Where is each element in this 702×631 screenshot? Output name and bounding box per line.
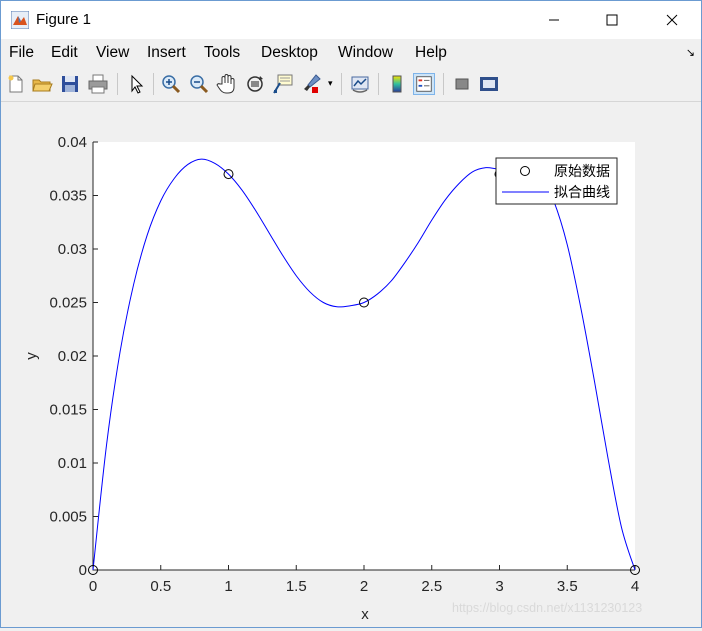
x-tick-label: 0.5: [150, 578, 171, 595]
y-tick-label: 0.025: [49, 295, 87, 312]
close-button[interactable]: [649, 1, 695, 39]
toolbar-separator: [443, 73, 444, 95]
y-tick-label: 0.035: [49, 188, 87, 205]
menu-desktop[interactable]: Desktop: [261, 44, 318, 62]
toolbar-separator: [341, 73, 342, 95]
maximize-icon: [606, 14, 618, 26]
hide-plot-tools-icon[interactable]: [451, 73, 473, 95]
close-icon: [666, 14, 678, 26]
menu-window[interactable]: Window: [338, 44, 393, 62]
toolbar-separator: [117, 73, 118, 95]
menu-tools[interactable]: Tools: [204, 44, 240, 62]
watermark: https://blog.csdn.net/x1131230123: [452, 601, 643, 615]
window-title: Figure 1: [36, 11, 92, 28]
y-tick-label: 0.01: [58, 455, 87, 472]
data-cursor-icon[interactable]: [272, 73, 294, 95]
link-plot-icon[interactable]: [349, 73, 371, 95]
menu-edit[interactable]: Edit: [51, 44, 78, 62]
zoom-in-icon[interactable]: [160, 73, 182, 95]
menu-view[interactable]: View: [96, 44, 129, 62]
y-tick-label: 0.04: [58, 134, 87, 151]
menu-bar: File Edit View Insert Tools Desktop Wind…: [1, 41, 701, 65]
x-tick-label: 1.5: [286, 578, 307, 595]
x-axis-label: x: [361, 606, 369, 623]
x-tick-label: 3: [495, 578, 503, 595]
x-tick-label: 4: [631, 578, 639, 595]
matlab-logo-icon: [11, 11, 29, 29]
axes-background: [93, 142, 635, 570]
show-plot-tools-icon[interactable]: [478, 73, 500, 95]
dock-arrow-icon[interactable]: ↘: [686, 46, 695, 59]
figure-window: Figure 1 File Edit View Insert Tools Des…: [0, 0, 702, 628]
figure-canvas: 0 0.005 0.01 0.015 0.02 0.025 0.03 0.035 0.04 00…: [1, 102, 701, 627]
colorbar-icon[interactable]: [386, 73, 408, 95]
legend-label-raw-data: 原始数据: [554, 163, 610, 179]
brush-icon[interactable]: [300, 73, 322, 95]
print-icon[interactable]: [87, 73, 109, 95]
x-tick-label: 3.5: [557, 578, 578, 595]
x-tick-label: 1: [224, 578, 232, 595]
y-tick-label: 0.005: [49, 509, 87, 526]
minimize-button[interactable]: [531, 1, 577, 39]
save-icon[interactable]: [59, 73, 81, 95]
pointer-icon[interactable]: [125, 73, 147, 95]
menu-file[interactable]: File: [9, 44, 34, 62]
brush-dropdown-icon[interactable]: ▾: [328, 79, 333, 89]
zoom-out-icon[interactable]: [188, 73, 210, 95]
minimize-icon: [549, 19, 559, 21]
y-tick-label: 0.03: [58, 241, 87, 258]
x-tick-label: 2.5: [421, 578, 442, 595]
figure-toolbar: ▾: [1, 67, 701, 102]
open-file-icon[interactable]: [31, 73, 53, 95]
legend-icon[interactable]: [413, 73, 435, 95]
toolbar-separator: [153, 73, 154, 95]
new-figure-icon[interactable]: [5, 73, 27, 95]
y-tick-group: 0 0.005 0.01 0.015 0.02 0.025 0.03 0.035 0.04: [49, 134, 98, 579]
title-bar: Figure 1: [1, 1, 701, 39]
x-tick-label: 2: [360, 578, 368, 595]
rotate-3d-icon[interactable]: [244, 73, 266, 95]
y-tick-label: 0.02: [58, 348, 87, 365]
x-tick-label: 0: [89, 578, 97, 595]
legend[interactable]: 原始数据 拟合曲线: [495, 157, 618, 205]
menu-insert[interactable]: Insert: [147, 44, 186, 62]
toolbar-separator: [378, 73, 379, 95]
legend-label-fit-curve: 拟合曲线: [554, 184, 610, 200]
pan-hand-icon[interactable]: [216, 73, 238, 95]
y-axis-label: y: [23, 352, 40, 360]
plot-svg: 00.0050.010.0150.020.0250.030.0350.04 00…: [23, 134, 640, 623]
maximize-button[interactable]: [589, 1, 635, 39]
y-tick-label: 0: [79, 562, 87, 579]
menu-help[interactable]: Help: [415, 44, 447, 62]
y-tick-label: 0.015: [49, 402, 87, 419]
